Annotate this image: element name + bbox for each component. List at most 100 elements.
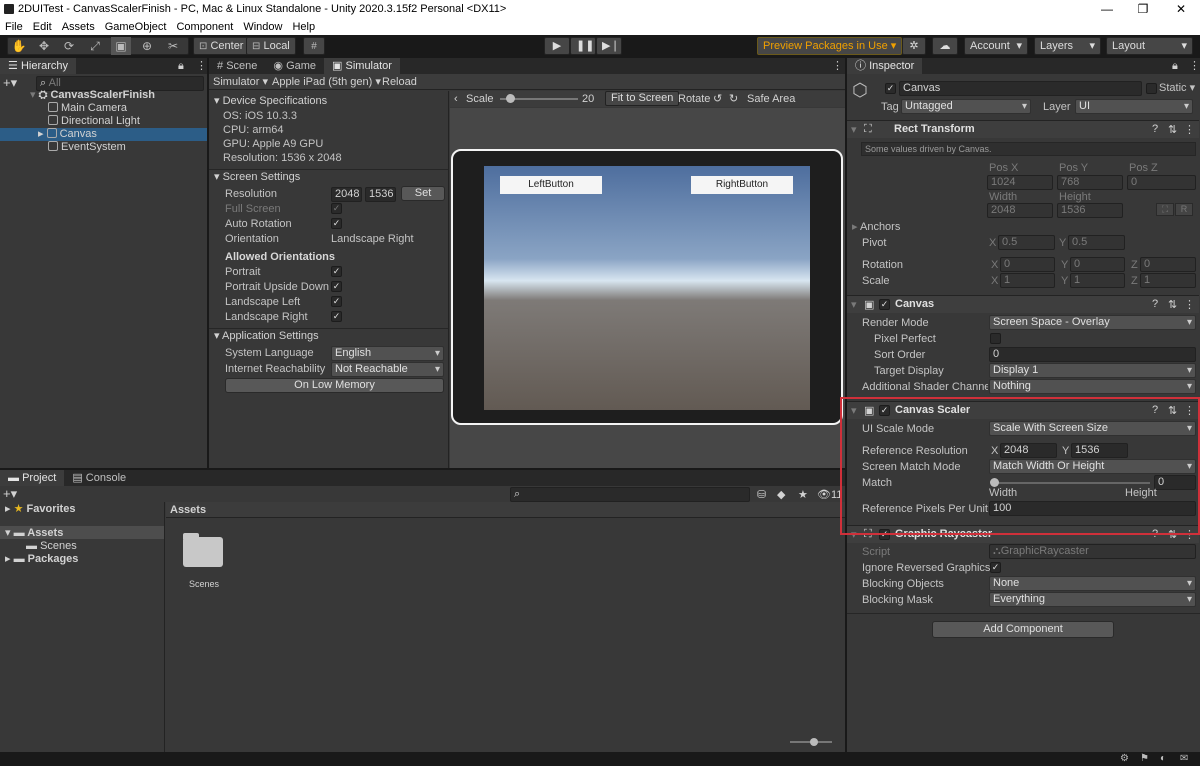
pivot-y-input[interactable]: 0.5 xyxy=(1068,235,1125,250)
scale-z-input[interactable]: 1 xyxy=(1140,273,1196,288)
maximize-icon[interactable]: ❐ xyxy=(1128,2,1158,16)
safe-area-label[interactable]: Safe Area xyxy=(747,92,795,106)
lock-icon[interactable]: 🔒︎ xyxy=(1172,60,1178,73)
hand-tool-icon[interactable]: ✋ xyxy=(9,37,29,55)
step-button[interactable]: ▶❘ xyxy=(596,37,622,55)
add-component-button[interactable]: Add Component xyxy=(932,621,1114,638)
pause-button[interactable]: ❚❚ xyxy=(570,37,596,55)
anchors-foldout[interactable]: ▸ Anchors xyxy=(852,220,900,234)
tab-project[interactable]: ▬ Project xyxy=(0,470,65,486)
rotation-y-input[interactable]: 0 xyxy=(1070,257,1125,272)
help-icon[interactable]: ? xyxy=(1152,298,1158,310)
scene-item[interactable]: ▾ ⛭ CanvasScalerFinish xyxy=(30,89,155,102)
more-options-icon[interactable]: ⋮ xyxy=(832,59,843,72)
static-checkbox[interactable]: ✓ xyxy=(1146,83,1157,94)
create-asset-button[interactable]: +▾ xyxy=(3,486,17,502)
canvas-enabled-checkbox[interactable]: ✓ xyxy=(879,299,890,310)
rotation-z-input[interactable]: 0 xyxy=(1140,257,1196,272)
packages-item[interactable]: ▸ ▬ Packages xyxy=(5,552,78,566)
reload-button[interactable]: Reload xyxy=(382,75,417,89)
minimize-icon[interactable]: — xyxy=(1092,2,1122,16)
scale-slider-thumb[interactable] xyxy=(506,94,515,103)
collapse-arrow-icon[interactable]: ‹ xyxy=(454,92,458,106)
landscape-right-checkbox[interactable]: ✓ xyxy=(331,311,342,322)
menu-component[interactable]: Component xyxy=(176,21,233,33)
menu-assets[interactable]: Assets xyxy=(62,21,95,33)
component-menu-icon[interactable]: ⋮ xyxy=(1184,404,1195,417)
app-settings-header[interactable]: ▾ Application Settings xyxy=(214,329,319,343)
rect-transform-header[interactable]: ▾ ⛶ Rect Transform ? ⇅ ⋮ xyxy=(847,120,1199,138)
hierarchy-item-canvas[interactable]: ▸ Canvas xyxy=(38,128,97,141)
menu-edit[interactable]: Edit xyxy=(33,21,52,33)
help-icon[interactable]: ? xyxy=(1152,404,1158,416)
device-spec-header[interactable]: ▾ Device Specifications xyxy=(214,94,327,108)
width-input[interactable]: 2048 xyxy=(987,203,1053,218)
left-button[interactable]: LeftButton xyxy=(500,176,602,194)
graphic-raycaster-header[interactable]: ▾ ⛶ ✓ Graphic Raycaster ? ⇅ ⋮ xyxy=(847,525,1199,543)
transform-tool-icon[interactable]: ⊕ xyxy=(137,37,157,55)
blueprint-mode-button[interactable]: ⛶ xyxy=(1156,203,1174,216)
progress-icon[interactable]: ◐ xyxy=(1160,753,1166,764)
reference-x-input[interactable]: 2048 xyxy=(1000,443,1057,458)
add-object-button[interactable]: +▾ xyxy=(3,75,17,91)
tab-inspector[interactable]: ⓘ Inspector xyxy=(847,58,923,74)
reference-y-input[interactable]: 1536 xyxy=(1071,443,1128,458)
set-resolution-button[interactable]: Set xyxy=(401,186,445,201)
resolution-width-input[interactable]: 2048 xyxy=(331,187,362,202)
grid-snap-button[interactable]: # xyxy=(303,37,325,55)
scale-tool-icon[interactable]: ⤢ xyxy=(85,37,105,55)
debug-icon[interactable]: ⚙ xyxy=(1120,753,1129,764)
shader-channels-dropdown[interactable]: Nothing xyxy=(989,379,1196,394)
cloud-button[interactable]: ☁ xyxy=(932,37,958,55)
hierarchy-item-eventsystem[interactable]: EventSystem xyxy=(48,141,126,154)
assets-item[interactable]: ▾ ▬ Assets xyxy=(5,526,63,540)
tab-scene[interactable]: # Scene xyxy=(209,58,265,74)
portrait-upside-down-checkbox[interactable]: ✓ xyxy=(331,281,342,292)
internet-reachability-dropdown[interactable]: Not Reachable xyxy=(331,362,444,377)
tag-dropdown[interactable]: Untagged xyxy=(901,99,1031,114)
menu-gameobject[interactable]: GameObject xyxy=(105,21,167,33)
hierarchy-item-directional-light[interactable]: Directional Light xyxy=(48,115,140,128)
preset-icon[interactable]: ⇅ xyxy=(1168,404,1177,417)
blocking-mask-dropdown[interactable]: Everything xyxy=(989,592,1196,607)
lock-icon[interactable]: 🔒︎ xyxy=(178,60,184,73)
menu-file[interactable]: File xyxy=(5,21,23,33)
render-mode-dropdown[interactable]: Screen Space - Overlay xyxy=(989,315,1196,330)
menu-help[interactable]: Help xyxy=(292,21,315,33)
rotate-ccw-icon[interactable]: ↺ xyxy=(713,92,722,106)
static-dropdown[interactable]: Static ▾ xyxy=(1159,81,1195,95)
resolution-height-input[interactable]: 1536 xyxy=(365,187,396,202)
pixel-perfect-checkbox[interactable]: ✓ xyxy=(990,333,1001,344)
right-button[interactable]: RightButton xyxy=(691,176,793,194)
pivot-local-button[interactable]: ⊟ Local xyxy=(246,37,296,55)
tab-game[interactable]: ◉ Game xyxy=(265,58,324,74)
favorite-star-icon[interactable]: ★ xyxy=(798,488,808,501)
filter-label-icon[interactable]: ◆ xyxy=(777,488,785,501)
ref-pixels-per-unit-input[interactable]: 100 xyxy=(989,501,1196,516)
component-menu-icon[interactable]: ⋮ xyxy=(1184,123,1195,136)
screen-settings-header[interactable]: ▾ Screen Settings xyxy=(214,170,300,184)
icon-size-slider-thumb[interactable] xyxy=(810,738,818,746)
close-icon[interactable]: ✕ xyxy=(1166,2,1196,16)
portrait-checkbox[interactable]: ✓ xyxy=(331,266,342,277)
tab-simulator[interactable]: ▣ Simulator xyxy=(324,58,400,74)
more-options-icon[interactable]: ⋮ xyxy=(196,59,207,72)
scenes-folder-item[interactable]: ▬ Scenes xyxy=(26,539,77,553)
account-dropdown[interactable]: Account ▾ xyxy=(964,37,1028,55)
simulator-mode-dropdown[interactable]: Simulator ▾ xyxy=(213,75,268,89)
auto-rotation-checkbox[interactable]: ✓ xyxy=(331,218,342,229)
device-dropdown[interactable]: Apple iPad (5th gen) ▾ xyxy=(272,75,381,89)
pos-y-input[interactable]: 768 xyxy=(1057,175,1123,190)
rotate-cw-icon[interactable]: ↻ xyxy=(729,92,738,106)
full-screen-checkbox[interactable]: ✓ xyxy=(331,203,342,214)
height-input[interactable]: 1536 xyxy=(1057,203,1123,218)
target-display-dropdown[interactable]: Display 1 xyxy=(989,363,1196,378)
play-button[interactable]: ▶ xyxy=(544,37,570,55)
layers-dropdown[interactable]: Layers ▾ xyxy=(1034,37,1101,55)
fit-to-screen-button[interactable]: Fit to Screen xyxy=(605,91,680,106)
tab-console[interactable]: ▤ Console xyxy=(64,470,134,486)
pivot-center-button[interactable]: ⊡ Center xyxy=(193,37,250,55)
preset-icon[interactable]: ⇅ xyxy=(1168,298,1177,311)
menu-window[interactable]: Window xyxy=(243,21,282,33)
on-low-memory-button[interactable]: On Low Memory xyxy=(225,378,444,393)
